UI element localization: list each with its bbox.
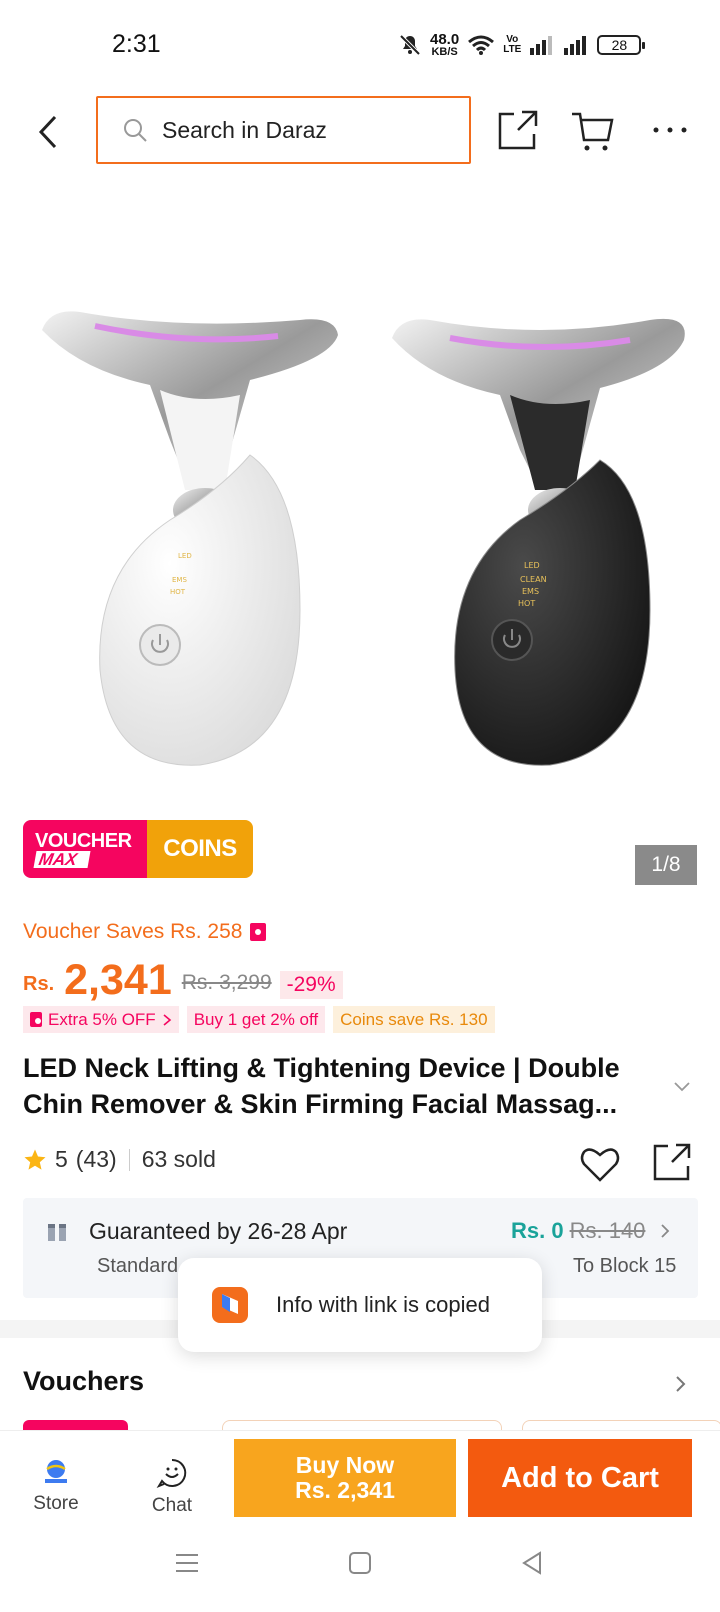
square-icon (349, 1552, 371, 1574)
store-logo-icon (45, 1460, 67, 1483)
share-button[interactable] (494, 106, 542, 154)
product-image-illustration: LED EMS HOT LED CLEAN EMS HOT (42, 311, 685, 766)
delivery-guarantee: Guaranteed by 26-28 Apr (89, 1218, 348, 1244)
cart-button[interactable] (568, 106, 620, 154)
voucher-saves[interactable]: Voucher Saves Rs. 258 (23, 920, 267, 944)
image-label-black-led: LED (524, 561, 540, 570)
mute-icon (399, 34, 421, 56)
home-button[interactable] (348, 1550, 372, 1576)
chat-icon (156, 1458, 187, 1489)
rating-row[interactable]: 5 (43) 63 sold (23, 1146, 216, 1173)
image-label-led: LED (178, 552, 192, 560)
share-product-button[interactable] (650, 1140, 694, 1184)
net-speed-unit: KB/S (431, 46, 458, 58)
discount-badge: -29% (279, 971, 343, 999)
current-price: 2,341 (64, 956, 172, 1004)
buy-now-label: Buy Now (295, 1452, 395, 1478)
voucher-ticket-icon (250, 923, 267, 941)
image-label-black-clean: CLEAN (520, 575, 547, 584)
delivery-type: Standard (97, 1255, 179, 1277)
product-image[interactable]: LED EMS HOT LED CLEAN EMS HOT (0, 190, 720, 800)
status-icons: 48.0 KB/S Vo LTE 28 (398, 30, 646, 60)
divider (128, 1148, 130, 1171)
buy-now-price: Rs. 2,341 (295, 1477, 395, 1503)
system-back-button[interactable] (520, 1550, 544, 1576)
wifi-icon (468, 35, 495, 55)
battery-icon: 28 (597, 35, 646, 55)
net-speed: 48.0 KB/S (430, 32, 459, 58)
chat-label: Chat (151, 1495, 193, 1516)
chevron-down-icon (674, 1082, 690, 1092)
price-currency: Rs. (23, 973, 55, 995)
delivery-location: To Block 15 (573, 1255, 677, 1277)
back-button[interactable] (26, 104, 70, 160)
menu-icon (176, 1554, 198, 1572)
price-row: Rs. 2,341 Rs. 3,299 -29% (23, 950, 343, 1002)
voucher-saves-text: Voucher Saves Rs. 258 (23, 920, 243, 943)
search-input[interactable]: Search in Daraz (96, 96, 471, 164)
wishlist-button[interactable] (578, 1142, 622, 1186)
delivery-original-price: Rs. 140 (569, 1218, 646, 1243)
vouchers-heading: Vouchers (23, 1366, 145, 1396)
original-price: Rs. 3,299 (181, 971, 272, 994)
delivery-price: Rs. 0 (511, 1218, 564, 1243)
vouchers-more-button[interactable] (672, 1372, 690, 1396)
store-label: Store (33, 1493, 79, 1514)
system-nav-bar (0, 1530, 720, 1612)
voucher-max-coins-badge: VOUCHER MAX COINS (23, 820, 253, 878)
review-count: (43) (75, 1146, 117, 1172)
triangle-back-icon (522, 1551, 541, 1575)
image-counter: 1/8 (635, 845, 697, 885)
extra-off-tag[interactable]: Extra 5% OFF (23, 1006, 179, 1033)
signal-icon (564, 36, 587, 55)
buy-get-tag[interactable]: Buy 1 get 2% off (186, 1006, 326, 1033)
status-bar: 2:31 48.0 KB/S Vo LTE 28 (0, 0, 720, 90)
signal-icon (530, 36, 553, 55)
search-icon (124, 119, 147, 142)
chevron-right-icon (163, 1013, 171, 1026)
copied-toast: Info with link is copied (178, 1258, 542, 1352)
share-icon (498, 110, 538, 150)
store-button[interactable]: Store (20, 1457, 92, 1521)
share-icon (653, 1143, 691, 1181)
promo-tags: Extra 5% OFF Buy 1 get 2% off Coins save… (23, 1006, 495, 1033)
volte-indicator: Vo LTE (503, 35, 521, 55)
heart-icon (580, 1148, 620, 1182)
add-to-cart-button[interactable]: Add to Cart (468, 1439, 692, 1517)
image-label-ems: EMS (172, 576, 187, 584)
image-label-black-hot: HOT (518, 599, 535, 608)
status-time: 2:31 (112, 30, 161, 58)
toast-message: Info with link is copied (276, 1292, 490, 1317)
product-title: LED Neck Lifting & Tightening Device | D… (23, 1053, 620, 1119)
delivery-box-icon (45, 1220, 69, 1244)
app-logo-icon (212, 1287, 248, 1323)
buy-now-button[interactable]: Buy Now Rs. 2,341 (234, 1439, 456, 1517)
chat-button[interactable]: Chat (136, 1457, 208, 1521)
voucher-label: VOUCHER (35, 829, 132, 852)
cart-icon (572, 112, 614, 151)
chevron-left-icon (38, 115, 57, 149)
search-placeholder: Search in Daraz (162, 116, 327, 143)
bottom-action-bar: Store Chat Buy Now Rs. 2,341 Add to Cart (0, 1430, 720, 1530)
coins-label: COINS (147, 820, 253, 878)
more-icon (653, 127, 687, 133)
coins-save-tag[interactable]: Coins save Rs. 130 (333, 1006, 495, 1033)
expand-title-button[interactable] (672, 1076, 692, 1096)
net-speed-value: 48.0 (430, 31, 460, 48)
more-options-button[interactable] (646, 106, 694, 154)
star-icon (24, 1149, 46, 1170)
max-label: MAX (33, 850, 91, 869)
extra-off-label: Extra 5% OFF (48, 1009, 156, 1029)
voucher-ticket-icon (30, 1012, 42, 1027)
volte-bottom: LTE (503, 44, 522, 55)
image-label-hot: HOT (170, 588, 186, 596)
chevron-right-icon (676, 1376, 686, 1392)
recents-button[interactable] (174, 1550, 200, 1576)
rating-value: 5 (55, 1146, 68, 1172)
image-label-black-ems: EMS (522, 587, 539, 596)
chevron-right-icon (661, 1224, 670, 1238)
sold-count: 63 sold (141, 1146, 216, 1172)
voucher-max-label: VOUCHER MAX (23, 820, 147, 878)
delivery-price-row: Rs. 0 Rs. 140 (511, 1218, 671, 1244)
